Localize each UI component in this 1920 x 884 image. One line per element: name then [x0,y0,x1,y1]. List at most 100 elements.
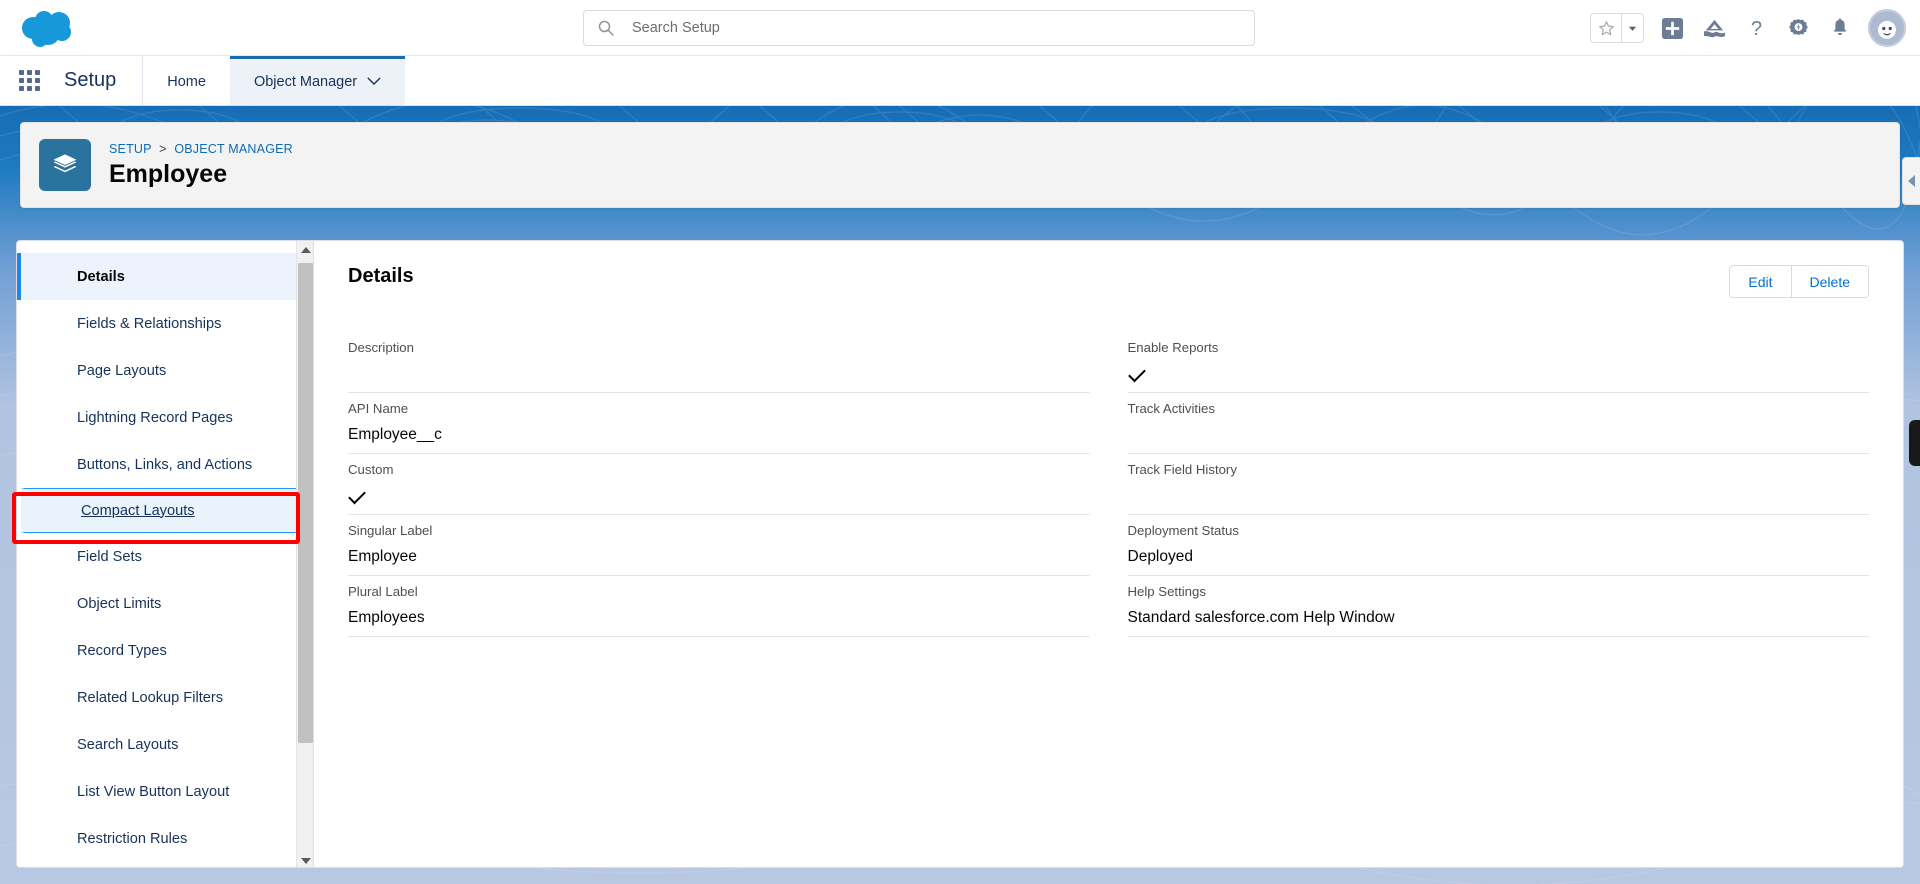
sidebar-item-label: Restriction Rules [77,830,188,847]
global-search[interactable] [583,10,1255,46]
notifications-bell-icon[interactable] [1826,14,1854,42]
sidebar-item-lightning-record-pages[interactable]: Lightning Record Pages [17,394,313,441]
sidebar-item-label: Buttons, Links, and Actions [77,456,253,473]
details-right-column: Enable Reports Track Activities Track Fi… [1127,332,1870,637]
sidebar-item-label: Fields & Relationships [77,315,222,332]
object-sidebar-nav: Details Fields & Relationships Page Layo… [16,240,314,868]
column-gap [1090,332,1128,637]
field-value: Employee__c [348,426,442,443]
field-value: Employee [348,548,417,565]
scroll-up-arrow-icon[interactable] [297,241,313,258]
user-avatar[interactable] [1868,9,1906,47]
field-label: Custom [348,462,394,477]
checkmark-icon [348,486,366,505]
field-label: Deployment Status [1127,523,1239,538]
field-label: API Name [348,401,409,416]
record-header-card: SETUP > OBJECT MANAGER Employee [20,122,1900,208]
help-icon[interactable]: ? [1742,14,1770,42]
details-left-column: Description API Name Employee__c Custom … [348,332,1090,637]
details-fields-grid: Description API Name Employee__c Custom … [348,332,1869,637]
breadcrumb-separator: > [159,141,167,156]
sidebar-item-label: Page Layouts [77,362,167,379]
right-edge-handle[interactable] [1909,420,1920,466]
sidebar-item-label: Object Limits [77,595,162,612]
sidebar-item-object-limits[interactable]: Object Limits [17,580,313,627]
field-label: Help Settings [1127,584,1206,599]
field-value [1128,422,1870,448]
field-track-activities: Track Activities [1127,393,1870,454]
field-value-checkmark [1127,361,1870,387]
field-label: Enable Reports [1127,340,1219,355]
search-icon [598,20,614,36]
details-panel: Details Edit Delete Description API Name… [314,240,1904,868]
favorites-star-icon[interactable] [1591,14,1621,42]
search-box[interactable] [583,10,1255,46]
favorites-dropdown-icon[interactable] [1621,14,1643,42]
setup-navigation-bar: Setup Home Object Manager [0,56,1920,106]
content-area: Details Fields & Relationships Page Layo… [16,240,1904,868]
favorites-control[interactable] [1590,13,1644,43]
salesforce-cloud-logo[interactable] [18,6,84,52]
field-value-checkmark [348,483,1090,509]
field-help-settings: Help Settings Standard salesforce.com He… [1127,576,1869,637]
field-singular-label: Singular Label Employee [348,515,1090,576]
sidebar-item-details[interactable]: Details [17,253,313,300]
sidebar-item-label: Field Sets [77,548,142,565]
tab-home-label: Home [167,74,206,90]
header-icon-group: ? [1590,0,1906,56]
field-track-field-history: Track Field History [1127,454,1870,515]
tab-object-manager-label: Object Manager [253,74,358,90]
field-api-name: API Name Employee__c [348,393,1090,454]
sidebar-list: Details Fields & Relationships Page Layo… [17,241,313,862]
sidebar-scrollbar[interactable] [296,241,313,867]
sidebar-item-restriction-rules[interactable]: Restriction Rules [17,815,313,862]
sidebar-item-field-sets[interactable]: Field Sets [17,533,313,580]
setup-assistant-icon[interactable] [1700,14,1728,42]
breadcrumb: SETUP > OBJECT MANAGER [109,142,293,156]
setup-gear-icon[interactable] [1784,14,1812,42]
sidebar-item-search-layouts[interactable]: Search Layouts [17,721,313,768]
sidebar-item-fields-relationships[interactable]: Fields & Relationships [17,300,313,347]
custom-object-layers-icon [39,139,91,191]
sidebar-item-buttons-links-actions[interactable]: Buttons, Links, and Actions [17,441,313,488]
sidebar-item-label: Record Types [77,642,167,659]
breadcrumb-item-setup[interactable]: SETUP [109,142,151,156]
sidebar-item-compact-layouts[interactable]: Compact Layouts [21,488,311,533]
sidebar-item-label: Related Lookup Filters [77,689,224,706]
field-plural-label: Plural Label Employees [348,576,1090,637]
field-custom: Custom [348,454,1090,515]
sidebar-item-label: Search Layouts [77,736,179,753]
field-value [348,361,1090,387]
scroll-down-arrow-icon[interactable] [297,852,313,867]
details-title: Details [348,265,414,287]
field-label: Singular Label [348,523,433,538]
field-deployment-status: Deployment Status Deployed [1127,515,1869,576]
app-launcher-waffle-icon[interactable] [0,56,58,105]
checkmark-icon [1127,364,1146,383]
delete-button[interactable]: Delete [1790,266,1868,297]
collapse-left-triangle-icon[interactable] [1902,157,1920,205]
field-value: Standard salesforce.com Help Window [1127,609,1395,626]
svg-text:?: ? [1750,18,1761,40]
edit-button[interactable]: Edit [1730,266,1791,297]
breadcrumb-item-object-manager[interactable]: OBJECT MANAGER [174,142,293,156]
field-description: Description [348,332,1090,393]
scrollbar-thumb[interactable] [298,263,313,743]
sidebar-item-list-view-button-layout[interactable]: List View Button Layout [17,768,313,815]
chevron-down-icon[interactable] [367,74,381,90]
field-label: Plural Label [348,584,418,599]
details-action-buttons: Edit Delete [1729,265,1869,298]
field-enable-reports: Enable Reports [1127,332,1870,393]
sidebar-item-page-layouts[interactable]: Page Layouts [17,347,313,394]
global-actions-plus-icon[interactable] [1658,14,1686,42]
search-input[interactable] [632,20,1192,36]
collapse-triangle [1908,175,1915,187]
sidebar-item-related-lookup-filters[interactable]: Related Lookup Filters [17,674,313,721]
page-title: Employee [109,159,228,188]
field-label: Description [348,340,414,355]
sidebar-item-record-types[interactable]: Record Types [17,627,313,674]
tab-home[interactable]: Home [143,56,230,105]
field-value [1128,483,1870,509]
field-label: Track Field History [1127,462,1237,477]
tab-object-manager[interactable]: Object Manager [229,56,406,105]
